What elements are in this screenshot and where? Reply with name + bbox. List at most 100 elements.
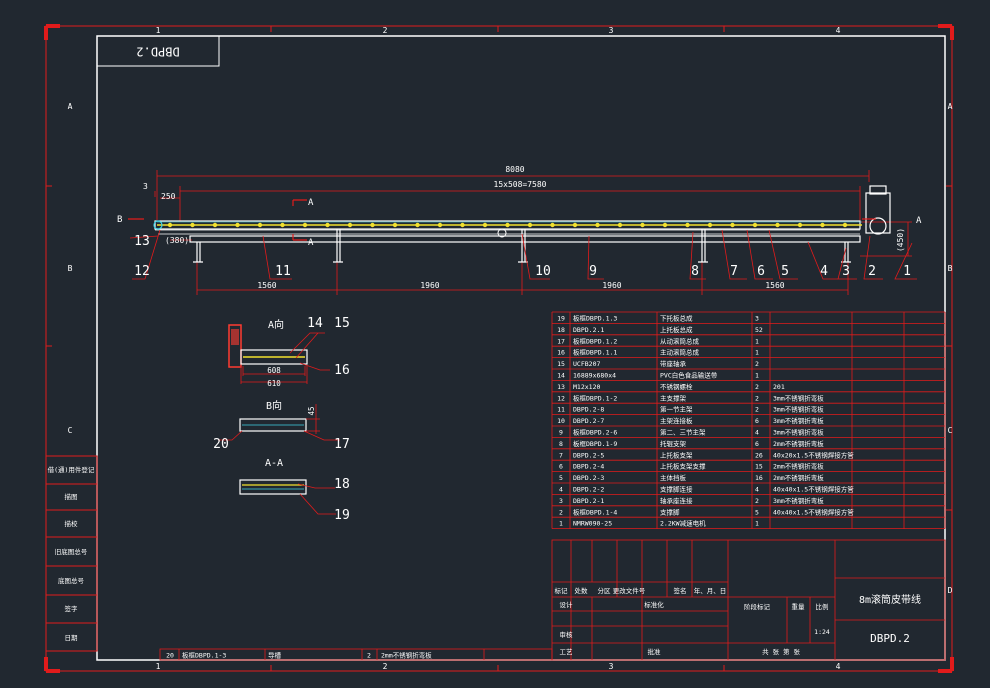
view-aa[interactable]: A-A 18 19 xyxy=(239,458,350,523)
bom-cell-qty: 6 xyxy=(755,440,759,448)
bom-cell-no: 7 xyxy=(559,451,563,459)
bom-cell-no: 5 xyxy=(559,474,563,482)
bom-cell-note: 40x40x1.5不锈钢焊接方管 xyxy=(773,507,854,516)
bom-cell-name: 支撑脚 xyxy=(660,507,680,516)
bom-row[interactable]: 13 M12x120 不锈钢螺栓 2 201 xyxy=(557,382,785,391)
belt-roller xyxy=(820,222,825,228)
strip-label-4: 旧底图总号 xyxy=(55,547,88,556)
bom-rows[interactable]: 19 板框DBPD.1.3 下托板总成 3 18 DBPD.2.1 上托板总成 52 17 板框D… xyxy=(557,314,854,528)
bom-cell-no: 16 xyxy=(557,349,565,357)
bom-cell-code: DBPD.2-7 xyxy=(573,417,604,425)
bom-row[interactable]: 9 板框DBPD.2-6 第二、三节主架 4 3mm不锈钢折弯板 xyxy=(559,428,824,437)
bom-cell-qty: 15 xyxy=(755,463,763,471)
bom-row[interactable]: 6 DBPD.2-4 上托板支架支撑 15 2mm不锈钢折弯板 xyxy=(559,462,824,471)
bom-cell-name: 上托板总成 xyxy=(660,325,693,334)
main-conveyor-view[interactable]: 8080 15x508=7580 3 250 (380) (450) 1560 … xyxy=(117,165,922,295)
dim-pitch: 15x508=7580 xyxy=(494,180,547,189)
main-balloon-leaders xyxy=(129,229,917,280)
bom-row[interactable]: 7 DBPD.2-5 上托板支架 26 40x20x1.5不锈钢焊接方管 xyxy=(559,450,854,459)
cad-drawing-canvas[interactable]: 1 2 3 4 1 2 3 4 A B C A B C D DBPD.2 借(通… xyxy=(0,0,990,684)
balloon-14: 14 xyxy=(307,316,323,331)
bom-row[interactable]: 12 板框DBPD.1-2 主支撑架 2 3mm不锈钢折弯板 xyxy=(557,393,824,402)
bom-row[interactable]: 14 16889x680x4 PVC白色食品输送带 1 xyxy=(557,371,759,380)
belt-roller xyxy=(325,222,330,228)
dim-overall-length: 8080 xyxy=(505,165,524,174)
bom-cell-code: NMRW090-25 xyxy=(573,520,612,528)
bom-cell-qty: 6 xyxy=(755,417,759,425)
dim-250: 250 xyxy=(161,192,176,201)
bom-row[interactable]: 3 DBPD.2-1 轴承座连接 2 3mm不锈钢折弯板 xyxy=(559,496,824,505)
belt-roller xyxy=(527,222,533,228)
balloon-17: 17 xyxy=(334,437,350,452)
bom-row[interactable]: 18 DBPD.2.1 上托板总成 52 xyxy=(557,325,763,334)
zone-bottom-3: 3 xyxy=(609,662,614,671)
bom-row[interactable]: 17 板框DBPD.1.2 从动滚筒总成 1 xyxy=(557,336,759,345)
dim-span-4: 1560 xyxy=(765,281,784,290)
bom-row[interactable]: 11 DBPD.2-8 第一节主架 2 3mm不锈钢折弯板 xyxy=(557,405,824,414)
drawing-title: 8m滚筒皮带线 xyxy=(859,593,921,606)
balloon-20: 20 xyxy=(213,437,229,452)
zone-left-c: C xyxy=(68,426,73,435)
label-design: 设计 xyxy=(560,600,574,609)
belt-roller xyxy=(685,222,690,228)
zone-top-1: 1 xyxy=(156,26,161,35)
bom-row[interactable]: 5 DBPD.2-3 主体挡板 16 2mm不锈钢折弯板 xyxy=(559,473,824,482)
section-b-left: B xyxy=(117,215,122,225)
bom-cell-name: 2.2KW减速电机 xyxy=(660,519,706,528)
bom-cell-no: 9 xyxy=(559,429,563,437)
bom-row[interactable]: 19 板框DBPD.1.3 下托板总成 3 xyxy=(557,314,759,323)
section-a-right: A xyxy=(916,216,922,226)
bom-row[interactable]: 2 板框DBPD.1-4 支撑脚 5 40x40x1.5不锈钢焊接方管 xyxy=(559,507,854,516)
zone-left-a: A xyxy=(68,102,73,111)
bom-table[interactable]: 19 板框DBPD.1.3 下托板总成 3 18 DBPD.2.1 上托板总成 52 17 板框D… xyxy=(551,311,946,529)
dim-380: (380) xyxy=(165,236,189,245)
bom-row[interactable]: 1 NMRW090-25 2.2KW减速电机 1 xyxy=(559,519,759,528)
bom-cell-name: 托辊支架 xyxy=(660,439,687,448)
drawing-frame xyxy=(44,24,954,673)
bom-row[interactable]: 10 DBPD.2-7 主架连接板 6 3mm不锈钢折弯板 xyxy=(557,416,824,425)
bom-cell-note: 3mm不锈钢折弯板 xyxy=(773,428,824,437)
bom-row[interactable]: 15 UCFB207 带座轴承 2 xyxy=(557,359,759,368)
rev-header-5: 签名 xyxy=(674,586,687,595)
rev-header-3: 分区 xyxy=(598,586,612,595)
bom-cell-no: 19 xyxy=(557,315,565,323)
bom-cell-name: 不锈钢螺栓 xyxy=(660,382,693,391)
zone-top-2: 2 xyxy=(383,26,388,35)
bom-row[interactable]: 8 板框DBPD.1-9 托辊支架 6 2mm不锈钢折弯板 xyxy=(559,439,824,448)
strip-label-5: 底图总号 xyxy=(58,576,85,585)
view-a[interactable]: A向 608 610 14 15 16 xyxy=(228,316,350,388)
section-a-top: A xyxy=(308,198,314,208)
zone-right-c: C xyxy=(948,426,953,435)
strip-label-2: 描图 xyxy=(65,492,78,501)
balloon-12: 12 xyxy=(134,264,150,279)
section-a-bottom: A xyxy=(308,238,314,248)
bom-cell-note: 2mm不锈钢折弯板 xyxy=(773,462,824,471)
label-process: 工艺 xyxy=(560,648,574,656)
bom-cell-name: 第一节主架 xyxy=(660,405,693,414)
bom-extra-row[interactable]: 20 板框DBPD.1-3 导槽 2 2mm不锈钢折弯板 xyxy=(159,648,553,661)
bom-row[interactable]: 16 板框DBPD.1.1 主动滚筒总成 1 xyxy=(557,348,759,357)
bom-cell-no: 10 xyxy=(557,417,565,425)
bom-cell-name: 上托板支架支撑 xyxy=(660,462,706,471)
bom-cell-qty: 2 xyxy=(755,497,759,505)
bom-row[interactable]: 4 DBPD.2-2 支撑脚连接 4 40x40x1.5不锈钢焊接方管 xyxy=(559,485,854,494)
bom-cell-note: 201 xyxy=(773,383,785,391)
belt-roller xyxy=(347,222,353,228)
view-a-dim-608: 608 xyxy=(267,366,281,375)
balloon-13: 13 xyxy=(134,234,150,249)
drawing-code-rotated: DBPD.2 xyxy=(136,45,179,59)
belt-roller xyxy=(640,222,645,228)
zone-right-a: A xyxy=(948,102,953,111)
balloon-9: 9 xyxy=(589,264,597,279)
view-b[interactable]: B向 45 20 17 xyxy=(213,399,350,452)
belt-roller xyxy=(662,222,668,228)
strip-label-6: 签字 xyxy=(65,604,79,613)
bom-cell-note: 40x20x1.5不锈钢焊接方管 xyxy=(773,450,854,459)
balloon-15: 15 xyxy=(334,316,350,331)
bom-cell-code: 板框DBPD.1-2 xyxy=(573,393,617,402)
bom-cell-note: 3mm不锈钢折弯板 xyxy=(773,416,824,425)
bom-cell-code: 板框DBPD.1.2 xyxy=(573,336,617,345)
zone-top-3: 3 xyxy=(609,26,614,35)
balloon-11: 11 xyxy=(275,264,291,279)
belt-roller xyxy=(595,222,600,228)
